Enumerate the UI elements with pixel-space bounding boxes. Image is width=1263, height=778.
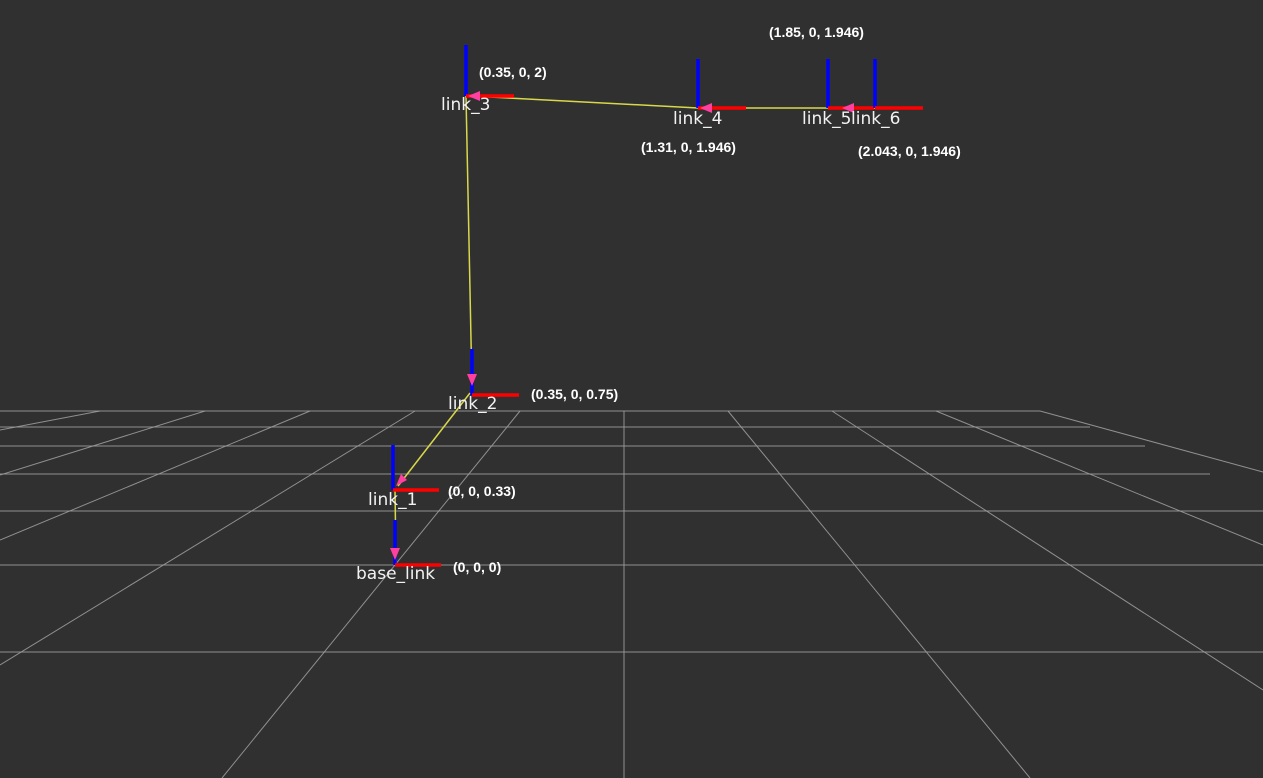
frame-label-link-6: link_6 — [851, 109, 900, 129]
coord-label-link-6: (2.043, 0, 1.946) — [858, 143, 961, 159]
frame-label-link-4: link_4 — [673, 109, 722, 129]
frame-label-link-3: link_3 — [441, 95, 490, 115]
frame-label-link-2: link_2 — [448, 394, 497, 414]
frame-axes-link-1[interactable] — [391, 445, 439, 492]
frame-axes-link-4[interactable] — [696, 59, 746, 113]
frame-label-link-1: link_1 — [368, 490, 417, 510]
coord-label-link-2: (0.35, 0, 0.75) — [531, 386, 618, 402]
grid-line — [0, 410, 206, 476]
grid-line — [727, 410, 1031, 778]
frame-axes-link-2[interactable] — [467, 349, 519, 397]
frame-label-base-link: base_link — [356, 564, 435, 584]
frame-axes-link-5[interactable] — [826, 59, 874, 113]
ground-grid — [0, 410, 1263, 778]
frame-axes-base-link[interactable] — [390, 520, 441, 567]
grid-line — [221, 410, 521, 778]
arrow-head — [467, 374, 477, 386]
grid-line — [935, 410, 1263, 546]
arrow-head — [390, 548, 400, 560]
tf-link-link3-to-link4 — [469, 95, 699, 109]
coord-label-link-3: (0.35, 0, 2) — [479, 64, 547, 80]
grid-line — [1039, 410, 1263, 473]
coord-label-link-5: (1.85, 0, 1.946) — [769, 24, 864, 40]
grid-line — [831, 410, 1263, 691]
frame-label-link-5: link_5 — [802, 109, 851, 129]
rviz-3d-viewport[interactable]: base_link link_1 link_2 link_3 link_4 li… — [0, 0, 1263, 778]
grid-line — [0, 410, 311, 541]
scene-canvas[interactable]: base_link link_1 link_2 link_3 link_4 li… — [0, 0, 1263, 778]
coord-label-base-link: (0, 0, 0) — [453, 559, 501, 575]
tf-link-link2-to-link3 — [465, 95, 473, 389]
coord-label-link-4: (1.31, 0, 1.946) — [641, 139, 736, 155]
coord-label-link-1: (0, 0, 0.33) — [448, 483, 516, 499]
frame-axes-link-6[interactable] — [873, 59, 923, 110]
grid-line — [0, 410, 416, 666]
